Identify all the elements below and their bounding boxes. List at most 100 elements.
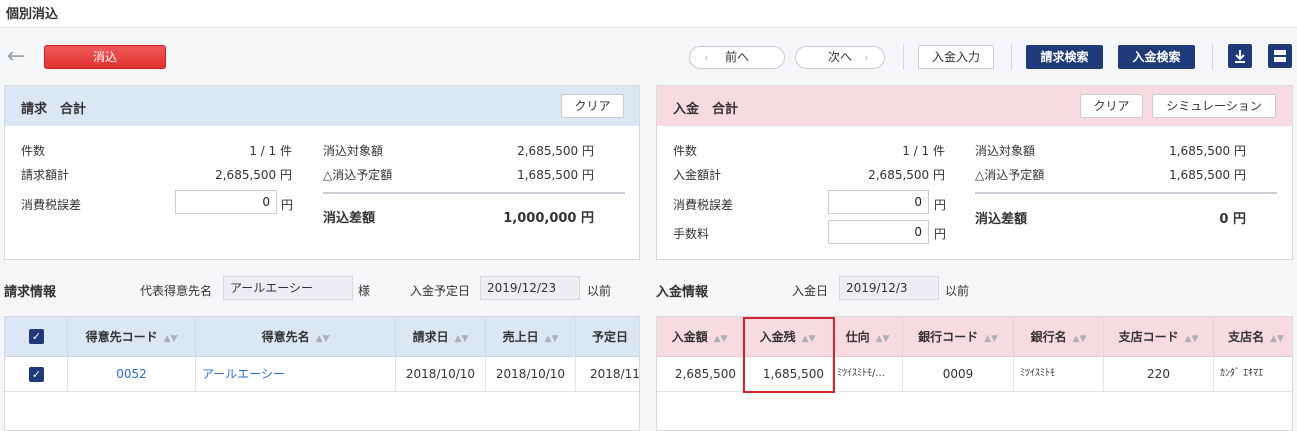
payment-summary-panel: 入金 合計 クリア シミュレーション 件数 1 / 1 件 入金額計 2,685… (656, 85, 1293, 260)
column-header-customer-code[interactable]: 得意先コード ▲▼ (68, 317, 196, 357)
invoice-search-button[interactable]: 請求検索 (1026, 45, 1103, 69)
payment-tax-diff-input[interactable]: 0 (828, 190, 929, 214)
payment-table: 入金額 ▲▼ 入金残 ▲▼ 仕向 ▲▼ 銀行コード ▲▼ 銀行名 ▲▼ 支店コード ▲▼ 支… (656, 316, 1293, 431)
column-header-sales-date[interactable]: 売上日 ▲▼ (486, 317, 576, 357)
column-header-customer-name[interactable]: 得意先名 ▲▼ (196, 317, 396, 357)
payment-count-label: 件数 (673, 144, 698, 158)
invoice-table: ✓ 得意先コード ▲▼ 得意先名 ▲▼ 請求日 ▲▼ 売上日 ▲▼ 予定日 ✓ 0052… (4, 316, 640, 431)
column-header-remitter[interactable]: 仕向 ▲▼ (833, 317, 903, 357)
column-header-bank-code[interactable]: 銀行コード ▲▼ (903, 317, 1014, 357)
payment-planned-label: △消込予定額 (975, 168, 1045, 182)
invoice-planned-value: 1,685,500 円 (517, 168, 594, 182)
invoice-summary-title: 請求 合計 (21, 102, 87, 117)
sort-icon: ▲▼ (1184, 334, 1199, 344)
toolbar-divider (1011, 44, 1012, 70)
column-header-label: 支店名 (1228, 330, 1265, 344)
column-header-label: 予定日 (592, 330, 629, 344)
payment-amount-cell: 2,685,500 (657, 357, 743, 391)
payment-tax-diff-label: 消費税誤差 (673, 198, 734, 212)
invoice-amount-label: 請求額計 (21, 168, 70, 182)
sort-icon: ▲▼ (875, 334, 890, 344)
invoice-planned-label: △消込予定額 (323, 168, 393, 182)
bank-name-cell: ﾐﾂｲｽﾐﾄﾓ (1014, 357, 1104, 391)
summary-divider (975, 192, 1277, 194)
invoice-amount-value: 2,685,500 円 (215, 168, 292, 182)
due-date-cell: 2018/11/... (590, 367, 640, 381)
sort-icon: ▲▼ (163, 334, 178, 344)
panel-icon[interactable] (1268, 44, 1292, 68)
invoice-diff-label: 消込差額 (323, 211, 376, 226)
sort-icon: ▲▼ (544, 334, 559, 344)
balance-column-highlight (743, 317, 835, 393)
customer-code-link[interactable]: 0052 (68, 357, 196, 391)
payment-diff-label: 消込差額 (975, 212, 1028, 227)
payment-amount-label: 入金額計 (673, 168, 722, 182)
invoice-target-value: 2,685,500 円 (517, 144, 594, 158)
column-header-label: 得意先コード (85, 330, 158, 344)
payment-date-field: 2019/12/3 (839, 276, 939, 300)
table-row-checkbox-cell: ✓ (5, 357, 68, 391)
payment-fee-input[interactable]: 0 (828, 220, 929, 244)
payment-date-suffix: 以前 (945, 284, 970, 298)
apply-button[interactable]: 消込 (44, 45, 166, 69)
sort-icon: ▲▼ (454, 334, 469, 344)
invoice-date-cell: 2018/10/10 (396, 357, 486, 391)
payment-fee-unit: 円 (934, 227, 947, 241)
sort-icon: ▲▼ (1072, 334, 1087, 344)
sort-icon: ▲▼ (713, 334, 728, 344)
payment-amount-value: 2,685,500 円 (868, 168, 945, 182)
next-button[interactable]: 次へ › (795, 46, 885, 69)
payment-planned-value: 1,685,500 円 (1169, 168, 1246, 182)
customer-suffix: 様 (358, 284, 371, 298)
invoice-info-title: 請求情報 (4, 285, 57, 300)
payment-target-label: 消込対象額 (975, 144, 1036, 158)
row-divider (5, 391, 639, 392)
arrow-left-icon[interactable]: ← (5, 44, 27, 70)
column-header-label: 銀行コード (918, 330, 979, 344)
column-header-due-date[interactable]: 予定日 (576, 317, 639, 357)
invoice-tax-diff-input[interactable]: 0 (175, 190, 277, 214)
chevron-right-icon: › (864, 51, 869, 64)
column-header-branch-code[interactable]: 支店コード ▲▼ (1104, 317, 1214, 357)
payment-date-label: 入金日 (792, 284, 829, 298)
column-header-invoice-date[interactable]: 請求日 ▲▼ (396, 317, 486, 357)
bank-code-cell: 0009 (903, 357, 1014, 391)
next-button-label: 次へ (827, 50, 852, 64)
payment-count-value: 1 / 1 件 (902, 144, 945, 158)
column-header-label: 請求日 (412, 330, 449, 344)
payment-summary-title: 入金 合計 (673, 102, 739, 117)
column-header-label: 仕向 (845, 330, 870, 344)
branch-code-cell: 220 (1104, 357, 1214, 391)
column-header-branch-name[interactable]: 支店名 ▲▼ (1214, 317, 1292, 357)
payment-fee-label: 手数料 (673, 227, 710, 241)
download-icon[interactable] (1228, 44, 1252, 68)
invoice-count-label: 件数 (21, 144, 46, 158)
summary-divider (323, 192, 625, 194)
payment-info-title: 入金情報 (656, 285, 709, 300)
column-header-bank-name[interactable]: 銀行名 ▲▼ (1014, 317, 1104, 357)
invoice-target-label: 消込対象額 (323, 144, 384, 158)
column-header-payment-amount[interactable]: 入金額 ▲▼ (657, 317, 743, 357)
column-header-label: 得意先名 (261, 330, 310, 344)
due-date-suffix: 以前 (587, 284, 612, 298)
simulation-button[interactable]: シミュレーション (1152, 94, 1276, 118)
invoice-tax-diff-unit: 円 (281, 198, 294, 212)
invoice-summary-header: 請求 合計 クリア (5, 86, 639, 126)
title-bar: 個別消込 (0, 0, 1297, 28)
prev-button[interactable]: ‹ 前へ (689, 46, 785, 69)
payment-input-button[interactable]: 入金入力 (918, 45, 994, 69)
customer-name-link[interactable]: アールエーシー (196, 357, 396, 391)
payment-clear-button[interactable]: クリア (1080, 94, 1143, 118)
column-header-label: 支店コード (1118, 330, 1179, 344)
invoice-clear-button[interactable]: クリア (561, 94, 624, 118)
chevron-left-icon: ‹ (704, 51, 709, 64)
row-checkbox[interactable]: ✓ (29, 367, 44, 382)
prev-button-label: 前へ (724, 50, 749, 64)
select-all-column: ✓ (5, 317, 68, 357)
column-header-label: 売上日 (502, 330, 539, 344)
payment-tax-diff-unit: 円 (934, 198, 947, 212)
invoice-summary-panel: 請求 合計 クリア 件数 1 / 1 件 請求額計 2,685,500 円 消費… (4, 85, 640, 260)
select-all-checkbox[interactable]: ✓ (29, 329, 44, 344)
payment-search-button[interactable]: 入金検索 (1118, 45, 1195, 69)
invoice-count-value: 1 / 1 件 (249, 144, 292, 158)
